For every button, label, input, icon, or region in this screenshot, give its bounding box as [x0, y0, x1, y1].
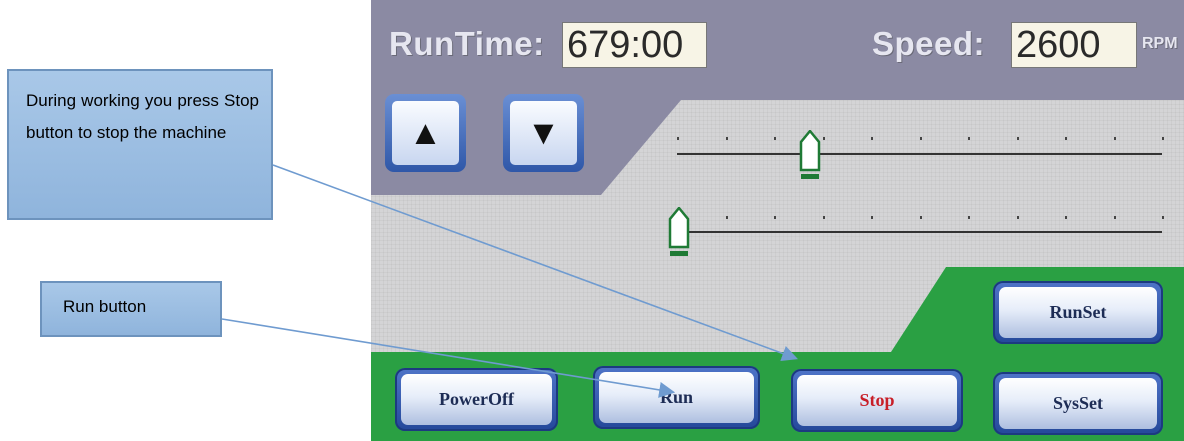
slider-tick [919, 137, 922, 140]
stop-callout-text: During working you press Stop button to … [26, 91, 259, 142]
speed-label: Speed: [872, 25, 986, 62]
speed-unit: RPM [1142, 35, 1178, 52]
poweroff-button-label: PowerOff [401, 374, 552, 425]
slider-tick [1065, 137, 1067, 140]
sysset-button[interactable]: SysSet [993, 372, 1163, 435]
lower-slider-track [677, 231, 1162, 233]
runset-button[interactable]: RunSet [993, 281, 1163, 344]
down-arrow-icon: ▼ [526, 113, 561, 152]
poweroff-button[interactable]: PowerOff [395, 368, 558, 431]
slider-tick [1162, 137, 1164, 140]
slider-tick [725, 216, 728, 219]
slider-tick [822, 137, 825, 140]
sysset-button-label: SysSet [999, 378, 1157, 429]
slider-tick [677, 137, 679, 140]
stop-button[interactable]: Stop [791, 369, 963, 432]
stop-callout: During working you press Stop button to … [7, 69, 273, 220]
stop-button-label: Stop [797, 375, 957, 426]
slider-tick [871, 216, 873, 219]
slider-tick [1016, 216, 1019, 219]
slider-tick [1016, 137, 1019, 140]
runtime-label: RunTime: [389, 25, 545, 62]
run-button[interactable]: Run [593, 366, 760, 429]
hmi-screen: RunTime: 679:00 Speed: 2600 RPM ▲ ▼ RunS… [371, 0, 1184, 441]
slider-tick [871, 137, 873, 140]
runset-button-label: RunSet [999, 287, 1157, 338]
slider-tick [919, 216, 922, 219]
run-button-label: Run [599, 372, 754, 423]
slider-tick [1065, 216, 1067, 219]
slider-tick [1162, 216, 1164, 219]
up-arrow-icon: ▲ [408, 113, 443, 152]
run-callout: Run button [40, 281, 222, 337]
slider-tick [725, 137, 728, 140]
lower-slider-thumb[interactable] [668, 207, 690, 259]
decrease-button[interactable]: ▼ [503, 94, 584, 172]
runtime-value: 679:00 [562, 22, 707, 68]
slider-tick [968, 216, 970, 219]
slider-tick [822, 216, 825, 219]
upper-slider-thumb[interactable] [799, 130, 821, 182]
slider-tick [1113, 137, 1116, 140]
run-callout-text: Run button [63, 297, 147, 316]
increase-button[interactable]: ▲ [385, 94, 466, 172]
slider-tick [774, 137, 776, 140]
speed-value[interactable]: 2600 [1011, 22, 1137, 68]
slider-tick [1113, 216, 1116, 219]
upper-slider-track [677, 153, 1162, 155]
slider-tick [968, 137, 970, 140]
slider-tick [774, 216, 776, 219]
